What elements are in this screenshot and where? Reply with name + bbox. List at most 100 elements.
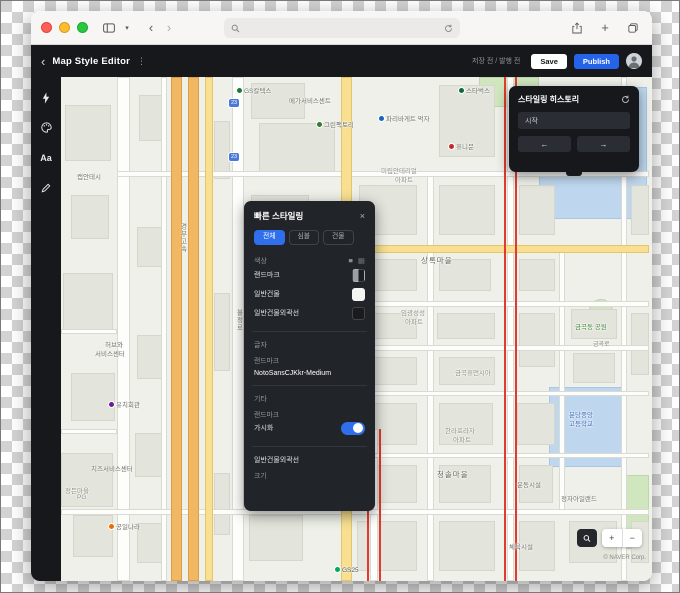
back-button[interactable]: ‹ <box>142 19 160 37</box>
color-swatch-building-outline[interactable] <box>352 307 365 320</box>
history-next-button[interactable]: → <box>577 136 630 152</box>
building <box>135 433 163 477</box>
app-back-button[interactable]: ‹ <box>41 55 45 68</box>
palette-tool-icon[interactable] <box>38 120 54 135</box>
address-bar[interactable] <box>224 18 460 38</box>
tab-all[interactable]: 전체 <box>254 230 285 245</box>
forward-button[interactable]: › <box>160 19 178 37</box>
color-swatch-building[interactable] <box>352 288 365 301</box>
quick-styling-panel: 빠른 스타일링 × 전체 심볼 건물 색상 ≡ ▦ <box>244 201 375 511</box>
history-prev-button[interactable]: ← <box>518 136 571 152</box>
history-panel-title: 스타일링 히스토리 <box>518 94 579 105</box>
building <box>61 453 113 507</box>
road <box>504 77 506 581</box>
save-status-text: 저장 전 / 발행 전 <box>472 56 520 66</box>
history-panel-handle[interactable] <box>566 172 582 176</box>
road <box>205 77 213 581</box>
road-name-label: 불정로 <box>233 309 243 332</box>
tab-overview-icon[interactable] <box>624 19 642 37</box>
styling-tabs: 전체 심볼 건물 <box>254 230 365 245</box>
color-row-landmark: 랜드마크 <box>254 266 365 285</box>
road <box>379 429 381 581</box>
color-row-building: 일반건물 <box>254 285 365 304</box>
color-row-building-outline: 일반건물외곽선 <box>254 304 365 323</box>
chrome-actions: + <box>568 19 642 37</box>
building <box>517 403 555 445</box>
map-canvas[interactable]: 캡안테시GS칼텍스메가서비스센트그린팩토리파리바게트 먹자스타벅스휴니문미립안테… <box>61 77 652 581</box>
road <box>161 77 167 581</box>
close-icon[interactable]: × <box>360 211 365 221</box>
divider <box>252 385 367 386</box>
section-title-text: 글자 <box>254 340 365 350</box>
tool-rail: Aa <box>31 77 61 581</box>
building <box>439 521 495 571</box>
lightning-tool-icon[interactable] <box>38 90 54 105</box>
close-window-button[interactable] <box>41 22 52 33</box>
visibility-toggle[interactable] <box>341 422 365 435</box>
divider <box>252 331 367 332</box>
minimize-window-button[interactable] <box>59 22 70 33</box>
history-entry[interactable]: 시작 <box>518 112 630 129</box>
avatar[interactable] <box>626 53 642 69</box>
chevron-down-icon[interactable]: ▾ <box>118 19 136 37</box>
map-label: 서비스센터 <box>95 348 125 358</box>
map-search-button[interactable] <box>577 529 597 547</box>
building <box>63 273 113 333</box>
tab-building[interactable]: 건물 <box>323 230 354 245</box>
map-label: GS25 <box>335 567 359 574</box>
map-label: 금곡휴먼시아 <box>455 367 491 377</box>
map-copyright: © NAVER Corp. <box>603 555 646 561</box>
building <box>631 185 649 235</box>
history-refresh-icon[interactable] <box>621 95 630 104</box>
map-label: 치즈서비스센터 <box>91 463 133 473</box>
visibility-row: 가시화 <box>254 419 365 438</box>
tab-symbol[interactable]: 심볼 <box>289 230 320 245</box>
list-view-icon[interactable]: ≡ <box>349 256 353 265</box>
browser-chrome: ▾ ‹ › + <box>31 11 652 45</box>
new-tab-icon[interactable]: + <box>596 19 614 37</box>
zoom-control: + − <box>602 529 642 547</box>
color-swatch-landmark[interactable] <box>352 269 365 282</box>
building <box>65 105 111 161</box>
quick-styling-title: 빠른 스타일링 <box>254 210 303 222</box>
reload-icon[interactable] <box>444 24 453 33</box>
section-title-outline: 일반건물외곽선 <box>254 455 365 465</box>
url-input[interactable] <box>245 22 439 34</box>
font-value[interactable]: NotoSansCJKkr-Medium <box>254 370 365 377</box>
map-label: 그린팩토리 <box>317 119 354 129</box>
pen-tool-icon[interactable] <box>38 180 54 195</box>
building <box>437 313 495 339</box>
publish-button[interactable]: Publish <box>574 54 619 69</box>
map-label: 아파트 <box>405 316 423 326</box>
map-label: 파리바게트 먹자 <box>379 113 430 123</box>
section-title-etc: 기타 <box>254 394 365 404</box>
app-content: Aa 캡안테시GS칼텍스메가서비스센트그린팩토리파리바게트 먹자스타벅스휴니문미… <box>31 77 652 581</box>
typography-tool-icon[interactable]: Aa <box>38 150 54 165</box>
browser-window: ▾ ‹ › + <box>31 11 652 581</box>
zoom-out-button[interactable]: − <box>622 529 643 547</box>
building <box>573 353 615 383</box>
etc-sub-label: 랜드마크 <box>254 409 365 419</box>
map-label: 금곡로 <box>593 339 610 348</box>
map-label: 고등학교 <box>569 418 593 428</box>
map-label: 휴니문 <box>449 141 474 151</box>
road <box>188 77 199 581</box>
map-label: 아파트 <box>395 174 413 184</box>
share-icon[interactable] <box>568 19 586 37</box>
expressway-label: 경부고속 <box>177 223 187 253</box>
road <box>61 429 117 434</box>
kebab-menu-icon[interactable]: ⋮ <box>137 56 146 67</box>
maximize-window-button[interactable] <box>77 22 88 33</box>
styling-history-panel: 스타일링 히스토리 시작 ← → <box>509 86 639 172</box>
grid-view-icon[interactable]: ▦ <box>358 256 365 265</box>
map-label: 캡안테시 <box>77 171 101 181</box>
road <box>61 329 117 334</box>
map-label: 상록마을 <box>421 255 453 266</box>
save-button[interactable]: Save <box>531 54 567 69</box>
map-label: 아파트 <box>453 434 471 444</box>
building <box>73 515 113 557</box>
building <box>357 521 417 571</box>
sidebar-toggle-icon[interactable] <box>100 19 118 37</box>
zoom-in-button[interactable]: + <box>602 529 622 547</box>
building <box>439 185 495 235</box>
